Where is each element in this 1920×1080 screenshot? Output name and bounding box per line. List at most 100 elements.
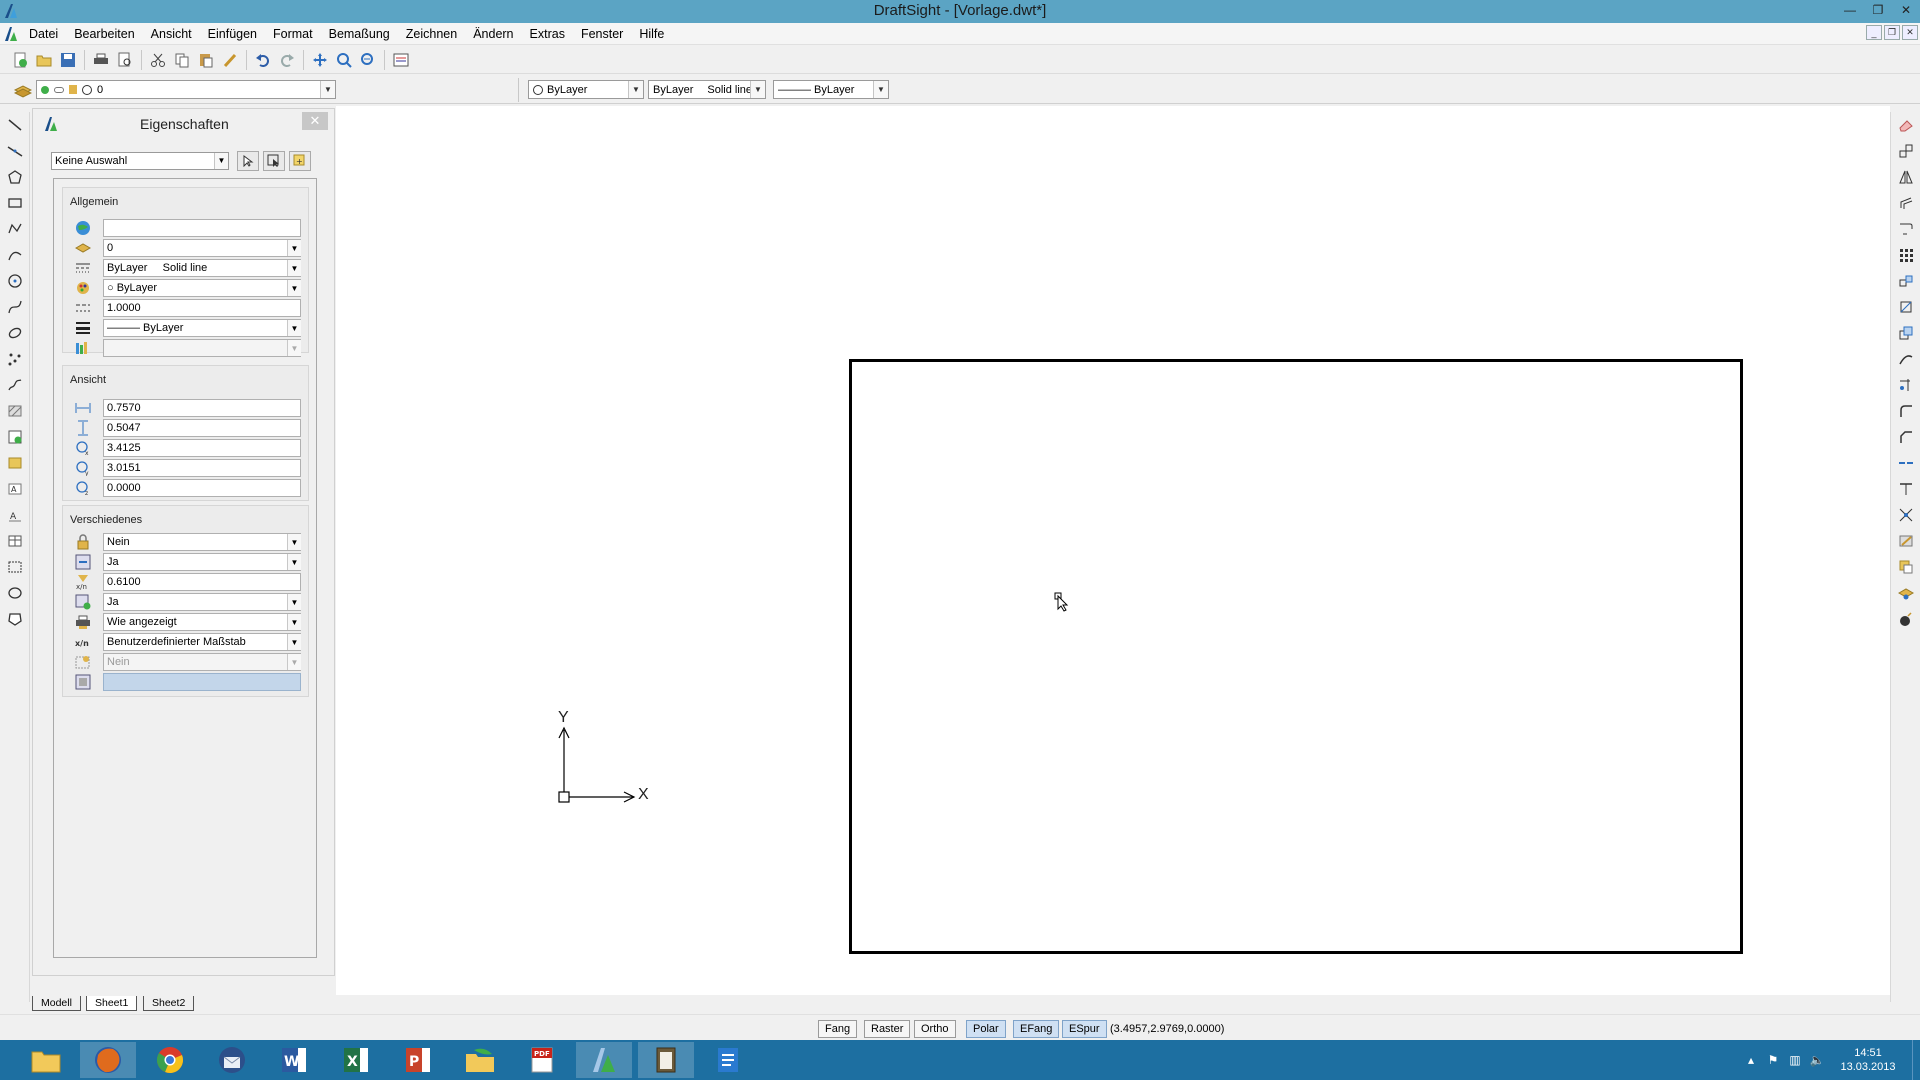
- status-grid-toggle[interactable]: Raster: [864, 1020, 911, 1038]
- menu-zeichnen[interactable]: Zeichnen: [398, 23, 465, 45]
- tab-sheet2[interactable]: Sheet2: [143, 996, 195, 1011]
- taskbar-thunderbird[interactable]: [204, 1042, 260, 1078]
- tab-modell[interactable]: Modell: [32, 996, 81, 1011]
- block-tool[interactable]: [0, 424, 30, 450]
- menu-einfuegen[interactable]: Einfügen: [200, 23, 265, 45]
- polygon-tool[interactable]: [0, 164, 30, 190]
- rectangle-tool[interactable]: [0, 190, 30, 216]
- zoom-previous-button[interactable]: [356, 48, 380, 72]
- undo-button[interactable]: [251, 48, 275, 72]
- taskbar-powerpoint[interactable]: P: [390, 1042, 446, 1078]
- menu-aendern[interactable]: Ändern: [465, 23, 521, 45]
- pattern-tool[interactable]: [1891, 216, 1920, 242]
- cut-button[interactable]: [146, 48, 170, 72]
- document-icon[interactable]: [1, 25, 21, 43]
- color-field[interactable]: ○ ByLayer: [103, 279, 301, 297]
- shade-plot-field[interactable]: Wie angezeigt: [103, 613, 301, 631]
- status-etrack-toggle[interactable]: ESpur: [1062, 1020, 1107, 1038]
- break-tool[interactable]: [1891, 476, 1920, 502]
- chevron-down-icon[interactable]: ▼: [287, 634, 301, 650]
- menu-fenster[interactable]: Fenster: [573, 23, 631, 45]
- save-button[interactable]: [56, 48, 80, 72]
- open-file-button[interactable]: [32, 48, 56, 72]
- width-field[interactable]: 0.7570: [103, 399, 301, 417]
- revision-cloud-tool[interactable]: [0, 580, 30, 606]
- stretch-tool[interactable]: [1891, 346, 1920, 372]
- mirror-tool[interactable]: [1891, 164, 1920, 190]
- menu-bemassung[interactable]: Bemaßung: [321, 23, 398, 45]
- palette-close-button[interactable]: ✕: [302, 112, 328, 130]
- quick-select-button[interactable]: [263, 151, 285, 171]
- ucs-per-viewport-field[interactable]: Ja: [103, 593, 301, 611]
- ellipse-tool[interactable]: [0, 320, 30, 346]
- close-button[interactable]: ✕: [1892, 0, 1920, 20]
- bomb-tool[interactable]: [1891, 606, 1920, 632]
- wipeout-tool[interactable]: [0, 606, 30, 632]
- tab-sheet1[interactable]: Sheet1: [86, 996, 138, 1011]
- polyline-tool[interactable]: [0, 216, 30, 242]
- taskbar-notes[interactable]: [638, 1042, 694, 1078]
- show-desktop-button[interactable]: [1912, 1040, 1920, 1080]
- taskbar-draftsight[interactable]: [576, 1042, 632, 1078]
- chevron-down-icon[interactable]: ▼: [287, 320, 301, 336]
- circle-tool[interactable]: [0, 268, 30, 294]
- volume-icon[interactable]: 🔈: [1806, 1053, 1828, 1067]
- simple-note-tool[interactable]: A: [0, 502, 30, 528]
- trim-tool[interactable]: [1891, 372, 1920, 398]
- lineweight-field[interactable]: ——— ByLayer: [103, 319, 301, 337]
- chevron-down-icon[interactable]: ▼: [287, 594, 301, 610]
- redo-button[interactable]: [275, 48, 299, 72]
- lineweight-dropdown[interactable]: ——— ByLayer ▼: [773, 80, 889, 99]
- center-y-field[interactable]: 3.0151: [103, 459, 301, 477]
- match-properties-button[interactable]: [218, 48, 242, 72]
- print-button[interactable]: [89, 48, 113, 72]
- properties-palette-button[interactable]: [389, 48, 413, 72]
- show-hidden-icons-icon[interactable]: ▴: [1740, 1053, 1762, 1067]
- paste-button[interactable]: [194, 48, 218, 72]
- chevron-down-icon[interactable]: ▼: [287, 534, 301, 550]
- arc-tool[interactable]: [0, 242, 30, 268]
- fillet-tool[interactable]: [1891, 398, 1920, 424]
- status-snap-toggle[interactable]: Fang: [818, 1020, 858, 1038]
- clock[interactable]: 14:51 13.03.2013: [1828, 1046, 1908, 1074]
- taskbar-excel[interactable]: X: [328, 1042, 384, 1078]
- pan-button[interactable]: [308, 48, 332, 72]
- layer-dropdown[interactable]: 0 ▼: [36, 80, 336, 99]
- freehand-tool[interactable]: [0, 372, 30, 398]
- height-field[interactable]: 0.5047: [103, 419, 301, 437]
- array-tool[interactable]: [1891, 242, 1920, 268]
- select-entities-button[interactable]: [237, 151, 259, 171]
- explode-tool[interactable]: [1891, 502, 1920, 528]
- locked-field[interactable]: Nein: [103, 533, 301, 551]
- table-tool[interactable]: [0, 528, 30, 554]
- taskbar-firefox[interactable]: [80, 1042, 136, 1078]
- doc-minimize-button[interactable]: _: [1866, 25, 1882, 40]
- zoom-button[interactable]: [332, 48, 356, 72]
- menu-bearbeiten[interactable]: Bearbeiten: [66, 23, 142, 45]
- taskbar-writer[interactable]: [700, 1042, 756, 1078]
- menu-ansicht[interactable]: Ansicht: [143, 23, 200, 45]
- linestyle-dropdown[interactable]: ByLayer Solid line ▼: [648, 80, 766, 99]
- menu-extras[interactable]: Extras: [522, 23, 573, 45]
- toggle-pickadd-button[interactable]: +: [289, 151, 311, 171]
- offset-tool[interactable]: [1891, 190, 1920, 216]
- insert-block-tool[interactable]: [0, 450, 30, 476]
- linestyle-scale-field[interactable]: 1.0000: [103, 299, 301, 317]
- scale-visible-field[interactable]: Ja: [103, 553, 301, 571]
- selection-dropdown[interactable]: Keine Auswahl ▼: [51, 152, 229, 170]
- chamfer-tool[interactable]: [1891, 424, 1920, 450]
- standard-scale-field[interactable]: 0.6100: [103, 573, 301, 591]
- copy-tool[interactable]: [1891, 138, 1920, 164]
- print-preview-button[interactable]: [113, 48, 137, 72]
- minimize-button[interactable]: —: [1836, 0, 1864, 20]
- center-z-field[interactable]: 0.0000: [103, 479, 301, 497]
- chevron-down-icon[interactable]: ▼: [287, 240, 301, 256]
- chevron-down-icon[interactable]: ▼: [287, 280, 301, 296]
- scale-tool[interactable]: [1891, 320, 1920, 346]
- doc-restore-button[interactable]: ❐: [1884, 25, 1900, 40]
- spline-tool[interactable]: [0, 294, 30, 320]
- center-x-field[interactable]: 3.4125: [103, 439, 301, 457]
- color-dropdown[interactable]: ByLayer ▼: [528, 80, 644, 99]
- menu-datei[interactable]: Datei: [21, 23, 66, 45]
- new-file-button[interactable]: [8, 48, 32, 72]
